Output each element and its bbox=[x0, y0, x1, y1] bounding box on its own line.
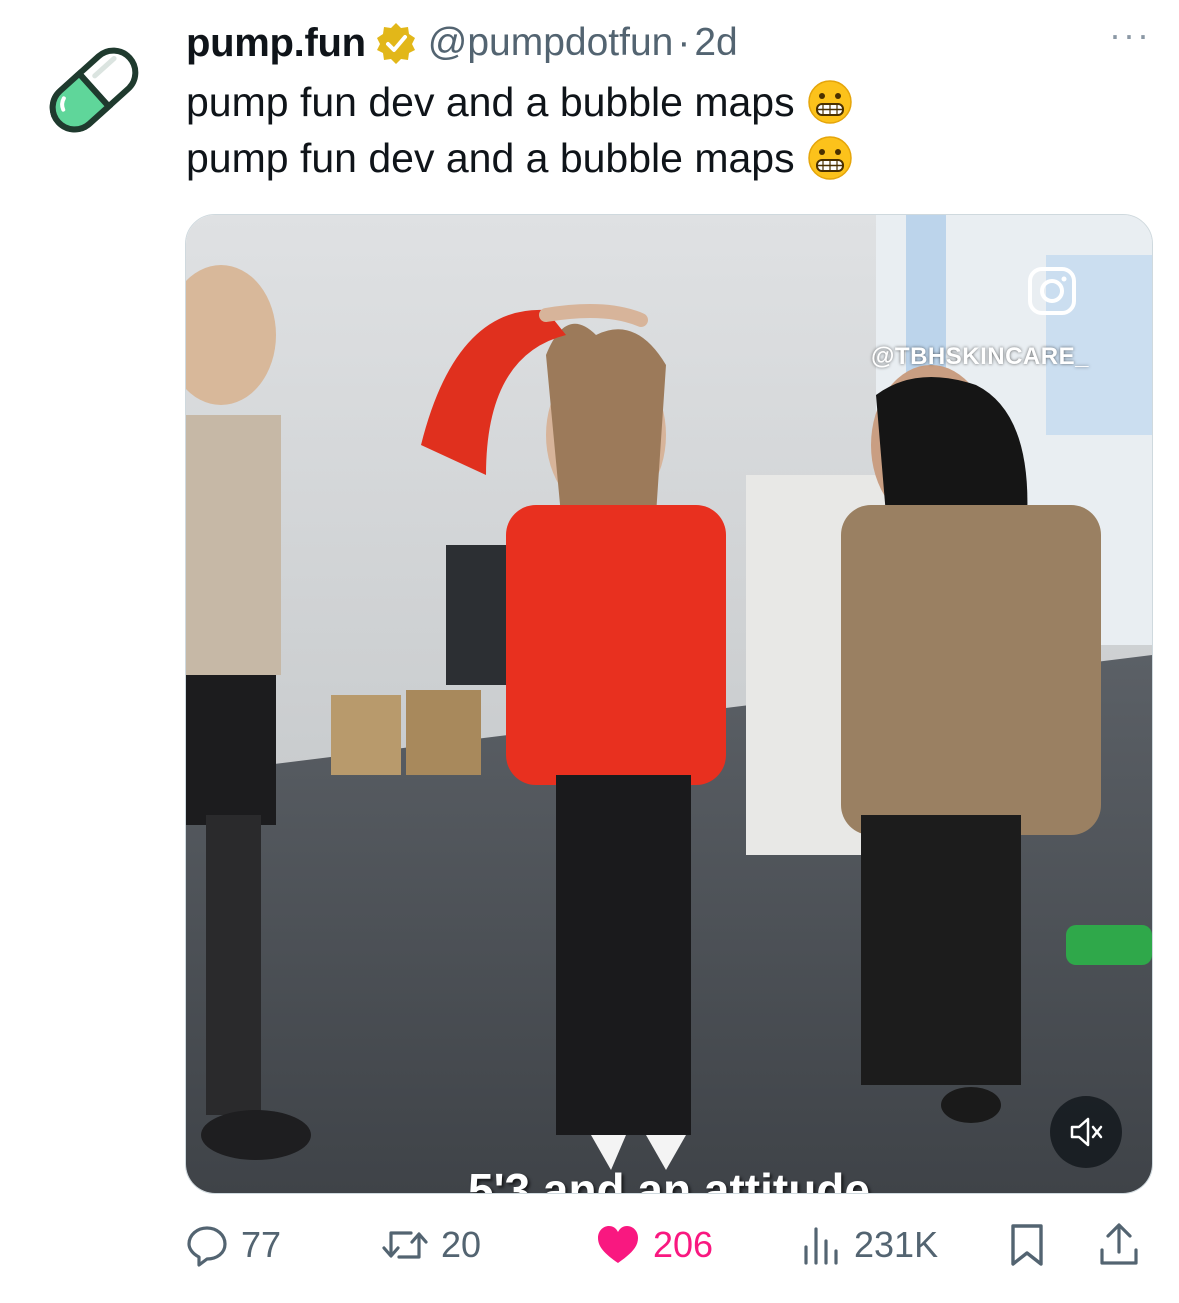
video-watermark: @TBHSKINCARE_ bbox=[871, 343, 1089, 370]
grimacing-face-icon bbox=[807, 80, 852, 124]
mute-button[interactable] bbox=[1050, 1096, 1122, 1168]
tweet-line-text: pump fun dev and a bubble maps bbox=[186, 135, 795, 181]
reply-button[interactable]: 77 bbox=[185, 1215, 281, 1275]
display-name[interactable]: pump.fun bbox=[186, 21, 366, 66]
views-icon bbox=[804, 1227, 838, 1265]
share-icon bbox=[1100, 1223, 1138, 1265]
bookmark-icon bbox=[1011, 1224, 1043, 1266]
action-bar: 77 20 206 231K bbox=[185, 1215, 1151, 1275]
like-count: 206 bbox=[653, 1224, 714, 1265]
like-icon bbox=[598, 1226, 638, 1263]
more-icon[interactable]: ··· bbox=[1109, 14, 1151, 56]
reply-count: 77 bbox=[241, 1224, 282, 1265]
repost-count: 20 bbox=[441, 1224, 482, 1265]
grimacing-face-icon bbox=[807, 136, 852, 180]
tweet-text: pump fun dev and a bubble maps pump fun … bbox=[186, 74, 853, 186]
tweet-header: pump.fun @pumpdotfun · 2d bbox=[186, 18, 1151, 68]
video-player[interactable]: @TBHSKINCARE_ 5'3 and an attitude bbox=[185, 214, 1153, 1194]
avatar[interactable] bbox=[38, 34, 150, 146]
tweet-line-text: pump fun dev and a bubble maps bbox=[186, 79, 795, 125]
repost-icon bbox=[382, 1231, 428, 1259]
user-handle[interactable]: @pumpdotfun bbox=[428, 21, 674, 65]
video-caption: 5'3 and an attitude bbox=[467, 1164, 870, 1194]
tweet-line: pump fun dev and a bubble maps bbox=[186, 130, 853, 186]
reply-icon bbox=[187, 1226, 227, 1267]
view-count: 231K bbox=[854, 1224, 939, 1265]
pill-logo-icon bbox=[49, 47, 139, 133]
bookmark-button[interactable] bbox=[1007, 1215, 1047, 1275]
tweet-line: pump fun dev and a bubble maps bbox=[186, 74, 853, 130]
like-button[interactable]: 206 bbox=[595, 1215, 713, 1275]
views-button[interactable]: 231K bbox=[800, 1215, 938, 1275]
repost-button[interactable]: 20 bbox=[381, 1215, 481, 1275]
share-button[interactable] bbox=[1097, 1215, 1141, 1275]
instagram-icon bbox=[1028, 267, 1076, 315]
mute-icon bbox=[1070, 1117, 1103, 1147]
verified-badge-icon bbox=[376, 23, 415, 64]
post-time[interactable]: 2d bbox=[694, 21, 737, 65]
separator-dot: · bbox=[677, 21, 691, 64]
